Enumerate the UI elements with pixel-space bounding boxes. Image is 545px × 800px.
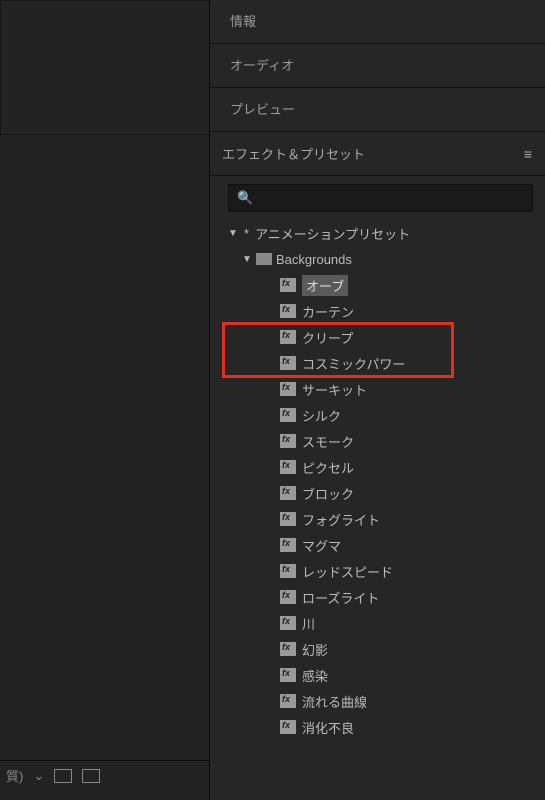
preset-label: サーキット: [302, 380, 367, 399]
preset-item[interactable]: シルク: [280, 402, 545, 428]
panel-menu-icon[interactable]: ≡: [524, 146, 533, 162]
preset-icon: [280, 486, 296, 500]
folder-label: Backgrounds: [276, 252, 352, 267]
preset-label: レッドスピード: [302, 562, 393, 581]
tab-info[interactable]: 情報: [210, 0, 545, 44]
preset-label: 消化不良: [302, 718, 354, 737]
right-panel: 情報 オーディオ プレビュー エフェクト＆プリセット ≡ 🔍 ▼ * アニメーシ…: [210, 0, 545, 800]
preset-label: 川: [302, 614, 315, 633]
preset-item[interactable]: コスミックパワー: [280, 350, 545, 376]
preset-icon: [280, 330, 296, 344]
tree-folder-backgrounds[interactable]: ▼ Backgrounds: [228, 246, 545, 272]
preset-item[interactable]: カーテン: [280, 298, 545, 324]
preset-icon: [280, 590, 296, 604]
preset-label: ブロック: [302, 484, 354, 503]
preset-item[interactable]: オーブ: [280, 272, 545, 298]
preset-icon: [280, 304, 296, 318]
left-panel: 質) ⌄: [0, 0, 210, 800]
preset-icon: [280, 434, 296, 448]
preset-icon: [280, 278, 296, 292]
footer-icon-2[interactable]: [82, 769, 100, 783]
preset-icon: [280, 408, 296, 422]
preset-label: マグマ: [302, 536, 341, 555]
panel-title: エフェクト＆プリセット: [222, 144, 365, 163]
folder-icon: [256, 253, 272, 265]
preset-item[interactable]: 幻影: [280, 636, 545, 662]
tree-root-animation-presets[interactable]: ▼ * アニメーションプリセット: [228, 220, 545, 246]
search-field[interactable]: [259, 191, 524, 205]
tree-root-label: アニメーションプリセット: [255, 224, 410, 243]
preset-icon: [280, 382, 296, 396]
preset-icon: [280, 694, 296, 708]
preset-icon: [280, 538, 296, 552]
preset-label: スモーク: [302, 432, 354, 451]
preset-item[interactable]: レッドスピード: [280, 558, 545, 584]
preset-label: ピクセル: [302, 458, 354, 477]
preset-item[interactable]: フォグライト: [280, 506, 545, 532]
preset-list: オーブ カーテン クリープ コスミックパワー サーキット シルク スモーク ピク…: [228, 272, 545, 740]
preset-label: 幻影: [302, 640, 328, 659]
preset-item[interactable]: マグマ: [280, 532, 545, 558]
preset-item[interactable]: ピクセル: [280, 454, 545, 480]
preset-item[interactable]: 流れる曲線: [280, 688, 545, 714]
tab-preview[interactable]: プレビュー: [210, 88, 545, 132]
preset-label: フォグライト: [302, 510, 380, 529]
preset-icon: [280, 356, 296, 370]
modified-asterisk: *: [244, 226, 249, 241]
tab-audio[interactable]: オーディオ: [210, 44, 545, 88]
preset-label: オーブ: [302, 275, 348, 296]
quality-label: 質): [6, 766, 23, 785]
preset-item[interactable]: 感染: [280, 662, 545, 688]
preset-icon: [280, 616, 296, 630]
preset-item[interactable]: クリープ: [280, 324, 545, 350]
preset-icon: [280, 564, 296, 578]
preset-label: カーテン: [302, 302, 354, 321]
preset-item[interactable]: サーキット: [280, 376, 545, 402]
preset-label: コスミックパワー: [302, 354, 405, 373]
preset-label: ローズライト: [302, 588, 379, 607]
expand-triangle-icon[interactable]: ▼: [228, 228, 238, 239]
left-inner-area: [0, 0, 209, 135]
preset-icon: [280, 460, 296, 474]
search-input[interactable]: 🔍: [228, 184, 533, 212]
preset-tree: ▼ * アニメーションプリセット ▼ Backgrounds オーブ カーテン …: [210, 218, 545, 740]
preset-item[interactable]: 川: [280, 610, 545, 636]
preset-item[interactable]: ブロック: [280, 480, 545, 506]
preset-icon: [280, 642, 296, 656]
preset-item[interactable]: ローズライト: [280, 584, 545, 610]
preset-label: クリープ: [302, 328, 353, 347]
footer-icon-1[interactable]: [54, 769, 72, 783]
effects-presets-header[interactable]: エフェクト＆プリセット ≡: [210, 132, 545, 176]
dropdown-chevron-icon[interactable]: ⌄: [33, 768, 44, 784]
preset-icon: [280, 512, 296, 526]
preset-label: 感染: [302, 666, 328, 685]
preset-label: 流れる曲線: [302, 692, 367, 711]
left-footer: 質) ⌄: [0, 760, 209, 790]
preset-icon: [280, 668, 296, 682]
preset-item[interactable]: 消化不良: [280, 714, 545, 740]
preset-item[interactable]: スモーク: [280, 428, 545, 454]
expand-triangle-icon[interactable]: ▼: [242, 254, 252, 265]
search-icon: 🔍: [237, 190, 253, 206]
preset-label: シルク: [302, 406, 341, 425]
preset-icon: [280, 720, 296, 734]
